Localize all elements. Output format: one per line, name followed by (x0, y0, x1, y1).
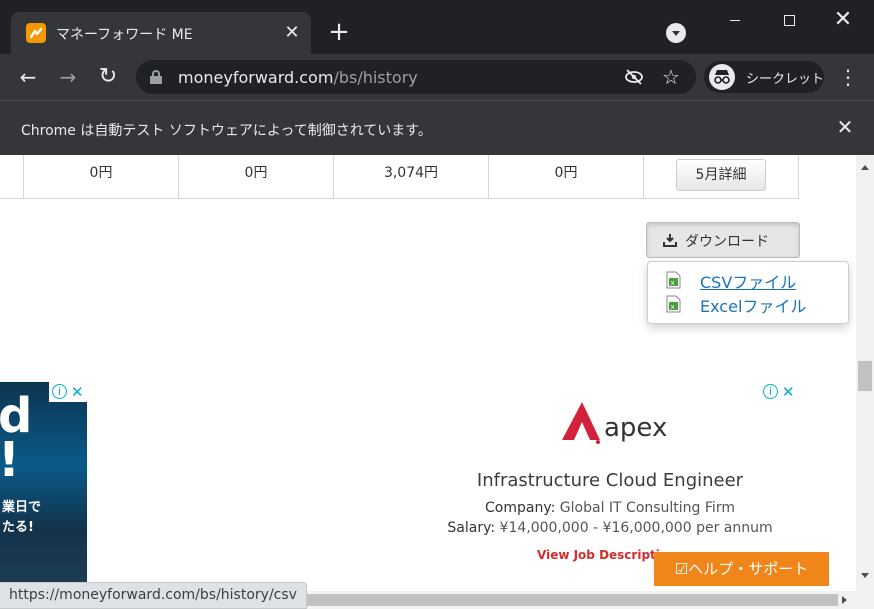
month-detail-button[interactable]: 5月詳細 (676, 159, 766, 191)
scroll-down-arrow-icon[interactable] (861, 573, 869, 578)
table-cell: 5月詳細 (643, 155, 799, 199)
minimize-button[interactable] (712, 0, 758, 40)
infobar-close-icon[interactable]: ✕ (834, 116, 856, 138)
download-button[interactable]: ダウンロード (646, 222, 800, 258)
tab-strip: マネーフォワード ME ✕ + ✕ (0, 0, 874, 54)
excel-file-icon: x (666, 295, 681, 313)
incognito-badge[interactable]: シークレット (704, 61, 824, 93)
left-ad-banner[interactable]: d ! 業日で たる! i ✕ (0, 382, 87, 591)
horizontal-scroll-thumb[interactable] (290, 594, 838, 606)
checkbox-icon: ☑ (674, 560, 689, 578)
infobar-text: Chrome は自動テスト ソフトウェアによって制御されています。 (21, 123, 432, 139)
scroll-up-arrow-icon[interactable] (861, 165, 869, 170)
ad-left-headline: d ! (0, 388, 33, 488)
ad-salary-line: Salary: ¥14,000,000 - ¥16,000,000 per an… (440, 520, 780, 536)
bookmark-star-icon[interactable]: ☆ (662, 65, 680, 89)
window-close-button[interactable]: ✕ (820, 0, 866, 40)
table-cell: 0円 (488, 155, 643, 199)
vertical-scrollbar[interactable] (856, 155, 874, 591)
download-label: ダウンロード (685, 234, 769, 250)
ad-choices-badge[interactable]: i ✕ (49, 382, 87, 402)
table-cell: 3,074円 (333, 155, 488, 199)
incognito-label: シークレット (746, 72, 825, 87)
browser-toolbar: ← → ↻ moneyforward.com/bs/history ☆ シークレ… (0, 54, 874, 100)
download-menu: x CSVファイル x Excelファイル (647, 261, 849, 324)
scroll-right-arrow-icon[interactable] (842, 596, 847, 604)
incognito-icon (709, 64, 735, 90)
download-icon (663, 233, 677, 247)
new-tab-icon[interactable]: + (325, 18, 353, 46)
ad-salary-value: ¥14,000,000 - ¥16,000,000 per annum (499, 520, 773, 536)
ad-job-title: Infrastructure Cloud Engineer (476, 470, 744, 491)
back-arrow-icon[interactable]: ← (12, 61, 44, 93)
reload-icon[interactable]: ↻ (92, 61, 124, 93)
browser-tab[interactable]: マネーフォワード ME ✕ (11, 12, 311, 54)
table-cell: 0円 (23, 155, 178, 199)
tab-close-icon[interactable]: ✕ (282, 23, 302, 43)
tab-title: マネーフォワード ME (56, 27, 193, 43)
apex-a-mark-icon (560, 400, 602, 446)
ad-close-icon[interactable]: ✕ (71, 382, 84, 402)
ad-company-line: Company: Global IT Consulting Firm (440, 500, 780, 516)
apex-logo-text: apex (604, 413, 668, 443)
kebab-menu-icon[interactable]: ⋮ (838, 61, 858, 93)
excel-file-link[interactable]: Excelファイル (700, 293, 806, 317)
csv-file-link[interactable]: CSVファイル (700, 269, 796, 293)
ad-left-subtext: 業日で たる! (2, 500, 42, 535)
automation-infobar: Chrome は自動テスト ソフトウェアによって制御されています。 ✕ (0, 100, 874, 155)
ad-company-label: Company: (485, 500, 556, 516)
forward-arrow-icon[interactable]: → (52, 61, 84, 93)
status-bar-url: https://moneyforward.com/bs/history/csv (0, 582, 307, 609)
page-viewport: 0円 0円 3,074円 0円 5月詳細 ダウンロード x CSVファイル x … (0, 155, 856, 591)
url-text[interactable]: moneyforward.com/bs/history (178, 68, 418, 87)
url-domain: moneyforward.com (178, 68, 334, 87)
table-row: 0円 0円 3,074円 0円 5月詳細 (0, 155, 799, 199)
svg-text:x: x (671, 279, 675, 287)
ad-info-icon[interactable]: i (52, 384, 67, 399)
tab-search-icon[interactable] (666, 23, 686, 43)
ad-choices-badge[interactable]: i ✕ (760, 382, 798, 402)
help-support-button[interactable]: ☑ヘルプ・サポート (654, 552, 829, 586)
ad-company-value: Global IT Consulting Firm (559, 500, 735, 516)
ad-info-icon[interactable]: i (763, 384, 778, 399)
eye-off-icon[interactable] (624, 68, 644, 86)
help-support-label: ヘルプ・サポート (688, 560, 809, 578)
ad-salary-label: Salary: (447, 520, 496, 536)
excel-file-icon: x (666, 271, 681, 289)
table-cell: 0円 (178, 155, 333, 199)
ad-close-icon[interactable]: ✕ (782, 382, 795, 402)
maximize-button[interactable] (766, 0, 812, 40)
moneyforward-favicon-icon (26, 23, 46, 43)
address-bar[interactable]: moneyforward.com/bs/history ☆ (136, 60, 696, 94)
lock-icon[interactable] (150, 70, 162, 84)
apex-logo: apex (560, 400, 670, 448)
vertical-scroll-thumb[interactable] (858, 361, 872, 391)
svg-text:x: x (671, 303, 675, 311)
url-path: /bs/history (333, 68, 418, 87)
